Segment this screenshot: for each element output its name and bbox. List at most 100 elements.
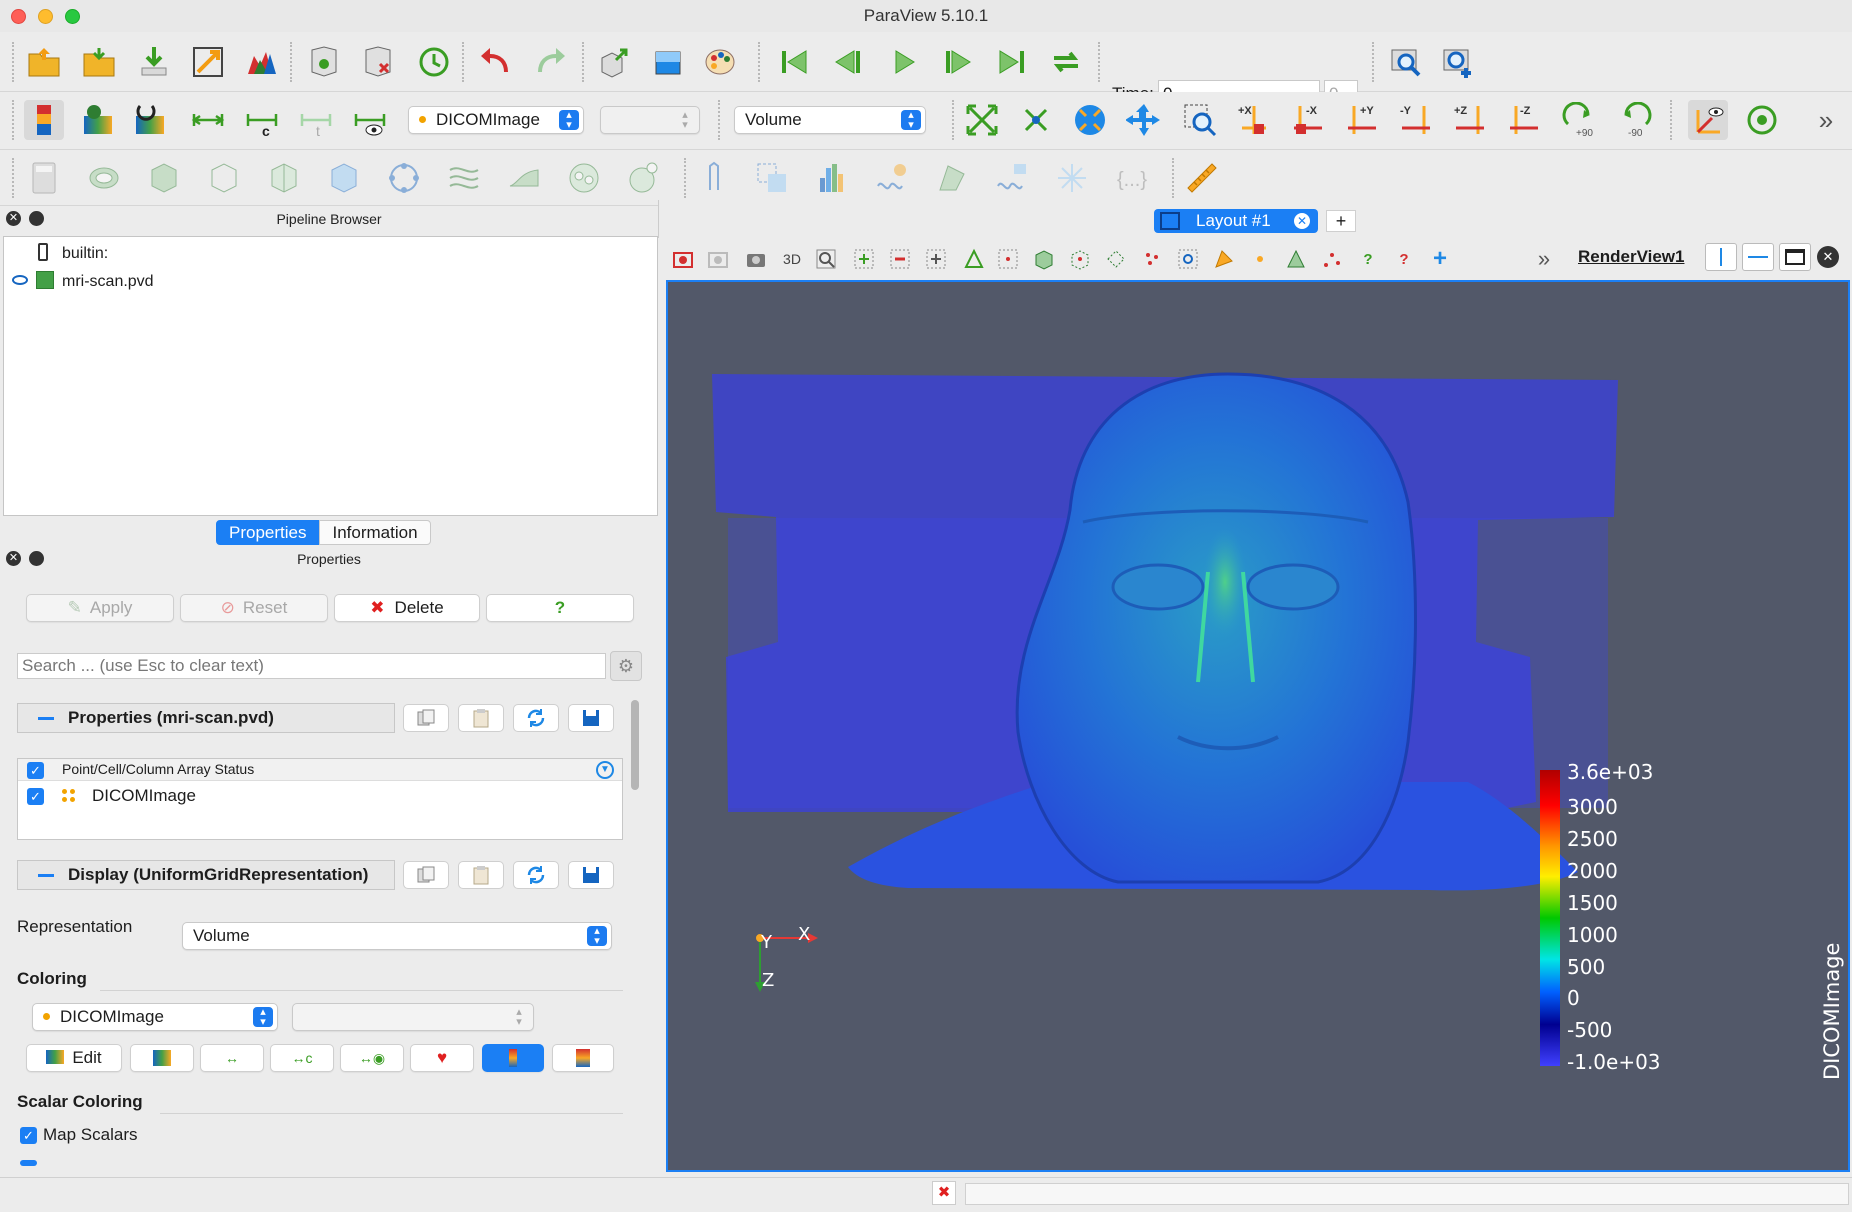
close-view-icon[interactable]: ✕ <box>1817 246 1839 268</box>
toolbar-overflow-icon[interactable]: » <box>1806 100 1846 140</box>
render-viewport[interactable]: X Y Z 3.6e+03 3000 2500 2000 1500 1000 5… <box>666 280 1850 1172</box>
split-vertical-icon[interactable] <box>1742 243 1774 271</box>
array-item-checkbox[interactable]: ✓ <box>27 788 44 805</box>
split-horizontal-icon[interactable] <box>1705 243 1737 271</box>
close-window-button[interactable] <box>11 9 26 24</box>
select-polygon-icon[interactable] <box>1103 246 1129 272</box>
refresh-icon[interactable] <box>513 704 559 732</box>
python-calculator-icon[interactable]: {...} <box>1112 158 1152 198</box>
color-palette-icon[interactable] <box>702 42 742 82</box>
rescale-temporal-icon[interactable]: t <box>296 100 336 140</box>
contour-icon[interactable] <box>84 158 124 198</box>
view-minus-y-icon[interactable]: -Y <box>1396 100 1436 140</box>
component-combo[interactable]: ▴ ▾ <box>600 106 700 134</box>
add-layout-button[interactable]: + <box>1326 210 1356 232</box>
recent-folder-icon[interactable] <box>79 42 119 82</box>
layout-tab[interactable]: Layout #1 ✕ <box>1154 209 1318 233</box>
help-button[interactable]: ? <box>486 594 634 622</box>
rescale-custom-c-icon[interactable]: c <box>242 100 282 140</box>
interactive-select-icon[interactable] <box>1211 246 1237 272</box>
plot-over-time-icon[interactable] <box>872 158 912 198</box>
probe-line-icon[interactable] <box>694 158 734 198</box>
view-plus-y-icon[interactable]: +Y <box>1342 100 1382 140</box>
reset-button[interactable]: ⊘ Reset <box>180 594 328 622</box>
add-selection-icon[interactable]: + <box>1427 245 1453 272</box>
tab-properties[interactable]: Properties <box>216 520 320 545</box>
copy-icon[interactable] <box>403 861 449 889</box>
map-scalars-checkbox[interactable]: ✓ <box>20 1127 37 1144</box>
python-shell-icon[interactable] <box>242 42 282 82</box>
view-minus-z-icon[interactable]: -Z <box>1504 100 1544 140</box>
pipeline-item-mri-scan[interactable]: mri-scan.pvd <box>12 271 154 291</box>
toggle-selection-icon[interactable] <box>923 246 949 272</box>
select-points-frustum-icon[interactable] <box>1067 246 1093 272</box>
properties-scrollbar[interactable] <box>631 700 639 790</box>
rescale-visible-icon[interactable] <box>350 100 390 140</box>
reset-session-icon[interactable] <box>414 42 454 82</box>
ruler-icon[interactable] <box>1182 158 1222 198</box>
next-frame-icon[interactable] <box>938 42 978 82</box>
extract-subset-icon[interactable] <box>324 158 364 198</box>
rescale-data-range-button[interactable]: ↔ <box>200 1044 264 1072</box>
select-cells-on-surface-icon[interactable] <box>961 246 987 272</box>
save-icon[interactable] <box>568 704 614 732</box>
next-option-checkbox[interactable] <box>20 1160 37 1166</box>
previous-frame-icon[interactable] <box>828 42 868 82</box>
remove-selection-icon[interactable] <box>887 246 913 272</box>
zoom-box-icon[interactable] <box>813 246 839 272</box>
rescale-custom-range-button[interactable]: ↔c <box>270 1044 334 1072</box>
find-data-icon[interactable] <box>1386 42 1426 82</box>
camera-link-icon[interactable] <box>594 42 634 82</box>
gear-icon[interactable]: ⚙ <box>610 651 642 681</box>
hover-cells-icon[interactable] <box>1283 246 1309 272</box>
screenshot-icon[interactable] <box>648 42 688 82</box>
copy-icon[interactable] <box>403 704 449 732</box>
camera-icon[interactable] <box>743 246 769 272</box>
reset-camera-closest-icon[interactable] <box>1016 100 1056 140</box>
restore-camera-icon[interactable] <box>705 246 731 272</box>
visibility-eye-icon[interactable] <box>12 275 28 285</box>
apply-button[interactable]: ✎ Apply <box>26 594 174 622</box>
calculator-icon[interactable] <box>24 158 64 198</box>
select-cells-frustum-icon[interactable] <box>1031 246 1057 272</box>
rescale-visible-range-button[interactable]: ↔◉ <box>340 1044 404 1072</box>
paste-icon[interactable] <box>458 861 504 889</box>
pipeline-item-builtin[interactable]: builtin: <box>38 243 108 263</box>
stream-tracer-icon[interactable] <box>444 158 484 198</box>
render-view-name[interactable]: RenderView1 <box>1578 247 1684 267</box>
slice-icon[interactable] <box>204 158 244 198</box>
plot-data-icon[interactable] <box>932 158 972 198</box>
last-frame-icon[interactable] <box>992 42 1032 82</box>
edit-legend-button[interactable] <box>552 1044 614 1072</box>
color-legend-bar[interactable] <box>1540 770 1560 1066</box>
tab-information[interactable]: Information <box>319 520 431 545</box>
choose-preset-button[interactable] <box>130 1044 194 1072</box>
point-tooltip-icon[interactable]: ? <box>1391 246 1417 272</box>
select-points-polygon-icon[interactable] <box>1139 246 1165 272</box>
clip-icon[interactable] <box>144 158 184 198</box>
reset-camera-icon[interactable] <box>962 100 1002 140</box>
undo-icon[interactable] <box>476 42 516 82</box>
view-plus-z-icon[interactable]: +Z <box>1450 100 1490 140</box>
coloring-component-select[interactable]: ▴ ▾ <box>292 1003 534 1031</box>
view-toolbar-overflow-icon[interactable]: » <box>1531 246 1557 272</box>
delete-button[interactable]: ✖ Delete <box>334 594 480 622</box>
rescale-custom-range-icon[interactable] <box>188 100 228 140</box>
extract-level-icon[interactable] <box>624 158 664 198</box>
maximize-window-button[interactable] <box>65 9 80 24</box>
display-section-header[interactable]: Display (UniformGridRepresentation) <box>17 860 395 890</box>
show-color-legend-button[interactable] <box>482 1044 544 1072</box>
save-data-icon[interactable] <box>134 42 174 82</box>
loop-icon[interactable] <box>1046 42 1086 82</box>
representation-select[interactable]: Volume ▴ ▾ <box>182 922 612 950</box>
reset-range-icon[interactable] <box>130 100 170 140</box>
redo-icon[interactable] <box>530 42 570 82</box>
play-icon[interactable] <box>884 42 924 82</box>
color-legend-toggle-icon[interactable] <box>24 100 64 140</box>
minimize-window-button[interactable] <box>38 9 53 24</box>
zoom-to-data-icon[interactable] <box>1438 42 1478 82</box>
warp-vector-icon[interactable] <box>504 158 544 198</box>
active-array-combo[interactable]: DICOMImage ▴ ▾ <box>408 106 584 134</box>
save-icon[interactable] <box>568 861 614 889</box>
delete-state-icon[interactable] <box>358 42 398 82</box>
